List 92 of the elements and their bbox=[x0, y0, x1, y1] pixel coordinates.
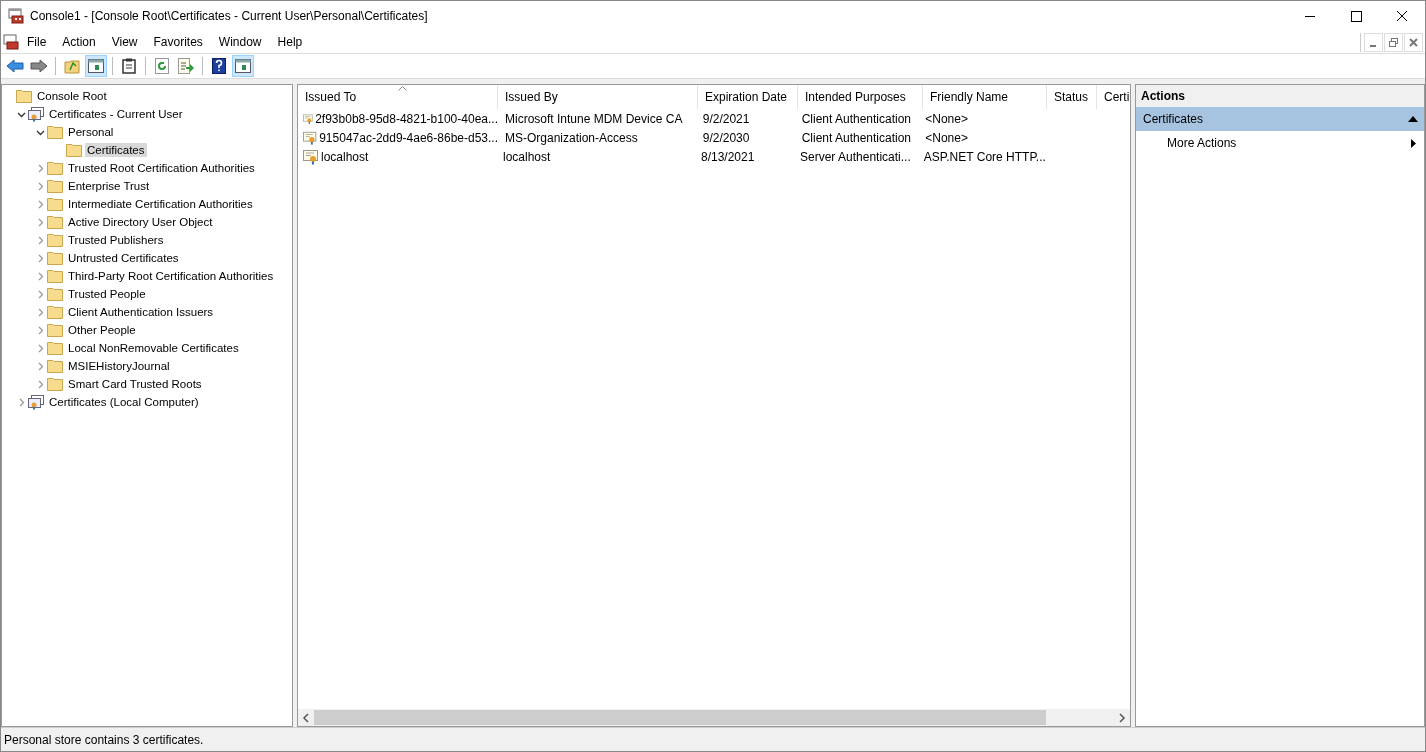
submenu-arrow-icon bbox=[1411, 138, 1416, 148]
action-pane-button[interactable] bbox=[232, 55, 254, 77]
actions-section-header[interactable]: Certificates bbox=[1136, 107, 1424, 131]
scrollbar-thumb[interactable] bbox=[314, 710, 1046, 725]
forward-arrow-icon bbox=[30, 59, 48, 73]
certificate-store-icon bbox=[28, 394, 44, 410]
folder-icon bbox=[16, 89, 32, 103]
refresh-icon bbox=[155, 58, 169, 74]
folder-icon bbox=[47, 359, 63, 373]
minimize-icon[interactable] bbox=[1364, 32, 1383, 52]
menu-item[interactable]: Help bbox=[277, 35, 311, 49]
menu-item[interactable]: File bbox=[27, 35, 55, 49]
help-icon bbox=[212, 58, 226, 74]
pane-icon bbox=[235, 59, 251, 73]
table-cell: localhost bbox=[503, 149, 551, 164]
tree-item[interactable]: Intermediate Certification Authorities bbox=[66, 197, 255, 211]
table-cell: Microsoft Intune MDM Device CA bbox=[505, 111, 683, 126]
tree-item[interactable]: Trusted Publishers bbox=[66, 233, 166, 247]
table-cell: Client Authentication bbox=[801, 111, 912, 126]
table-cell: 2f93b0b8-95d8-4821-b100-40ea... bbox=[315, 111, 498, 126]
table-cell: MS-Organization-Access bbox=[505, 130, 638, 145]
menu-item[interactable]: Action bbox=[62, 35, 104, 49]
tree-item[interactable]: Enterprise Trust bbox=[66, 179, 152, 193]
window-title: Console1 - [Console Root\Certificates - Current User\Personal\Certificates] bbox=[30, 9, 428, 23]
folder-icon bbox=[47, 233, 63, 247]
folder-icon bbox=[47, 161, 63, 175]
column-header[interactable]: Issued By bbox=[498, 85, 698, 109]
actions-header: Actions bbox=[1136, 85, 1424, 107]
certificate-store-icon bbox=[28, 106, 44, 122]
column-header[interactable]: Status bbox=[1047, 85, 1097, 109]
column-header[interactable]: Issued To bbox=[298, 85, 498, 109]
folder-icon bbox=[47, 197, 63, 211]
tree-item[interactable]: MSIEHistoryJournal bbox=[66, 359, 172, 373]
tree-item[interactable]: Certificates bbox=[85, 143, 147, 157]
tree-item[interactable]: Certificates - Current User bbox=[47, 107, 185, 121]
tree-item[interactable]: Active Directory User Object bbox=[66, 215, 215, 229]
pane-icon bbox=[88, 59, 104, 73]
back-arrow-icon bbox=[6, 59, 24, 73]
collapse-triangle-icon bbox=[1408, 116, 1418, 122]
tree-item[interactable]: Console Root bbox=[35, 89, 109, 103]
column-header[interactable]: Certi bbox=[1097, 85, 1130, 109]
folder-icon bbox=[47, 125, 63, 139]
tree-item[interactable]: Local NonRemovable Certificates bbox=[66, 341, 241, 355]
folder-icon bbox=[47, 251, 63, 265]
close-icon[interactable] bbox=[1404, 32, 1423, 52]
tree-item[interactable]: Client Authentication Issuers bbox=[66, 305, 216, 319]
column-header[interactable]: Friendly Name bbox=[923, 85, 1047, 109]
table-cell: 915047ac-2dd9-4ae6-86be-d53... bbox=[319, 130, 498, 145]
menu-item[interactable]: Window bbox=[218, 35, 270, 49]
table-cell: ASP.NET Core HTTP... bbox=[923, 149, 1046, 164]
column-header[interactable]: Intended Purposes bbox=[798, 85, 923, 109]
folder-icon bbox=[47, 305, 63, 319]
menu-item[interactable]: View bbox=[111, 35, 146, 49]
console-tree-button[interactable] bbox=[85, 55, 107, 77]
folder-icon bbox=[47, 377, 63, 391]
table-cell: Client Authentication bbox=[801, 130, 912, 145]
folder-icon bbox=[47, 179, 63, 193]
clipboard-icon bbox=[122, 58, 136, 74]
folder-icon bbox=[47, 215, 63, 229]
menu-item[interactable]: Favorites bbox=[153, 35, 211, 49]
tree-item[interactable]: Certificates (Local Computer) bbox=[47, 395, 201, 409]
export-list-icon bbox=[178, 58, 194, 74]
status-text: Personal store contains 3 certificates. bbox=[4, 732, 204, 747]
tree-item[interactable]: Personal bbox=[66, 125, 116, 139]
folder-icon bbox=[64, 58, 80, 74]
folder-icon bbox=[47, 323, 63, 337]
export-button[interactable] bbox=[175, 55, 197, 77]
folder-icon bbox=[47, 269, 63, 283]
table-cell: <None> bbox=[925, 111, 968, 126]
tree-item[interactable]: Other People bbox=[66, 323, 138, 337]
action-item[interactable]: More Actions bbox=[1136, 131, 1424, 155]
app-icon[interactable] bbox=[3, 34, 19, 50]
tree-item[interactable]: Third-Party Root Certification Authorities bbox=[66, 269, 276, 283]
app-icon bbox=[8, 8, 24, 24]
tree-item[interactable]: Untrusted Certificates bbox=[66, 251, 181, 265]
table-cell: 8/13/2021 bbox=[701, 149, 755, 164]
table-cell: 9/2/2030 bbox=[702, 130, 750, 145]
certificate-icon bbox=[303, 129, 318, 146]
table-cell: localhost bbox=[321, 149, 369, 164]
table-cell: <None> bbox=[925, 130, 968, 145]
table-cell: 9/2/2021 bbox=[702, 111, 750, 126]
folder-icon bbox=[66, 143, 82, 157]
tree-item[interactable]: Trusted Root Certification Authorities bbox=[66, 161, 257, 175]
certificate-icon bbox=[303, 148, 319, 165]
horizontal-scrollbar[interactable] bbox=[298, 709, 1130, 726]
table-cell: Server Authenticati... bbox=[800, 149, 911, 164]
tree-item[interactable]: Smart Card Trusted Roots bbox=[66, 377, 204, 391]
folder-icon bbox=[47, 287, 63, 301]
folder-icon bbox=[47, 341, 63, 355]
restore-icon[interactable] bbox=[1384, 32, 1403, 52]
tree-item[interactable]: Trusted People bbox=[66, 287, 148, 301]
column-header[interactable]: Expiration Date bbox=[698, 85, 798, 109]
